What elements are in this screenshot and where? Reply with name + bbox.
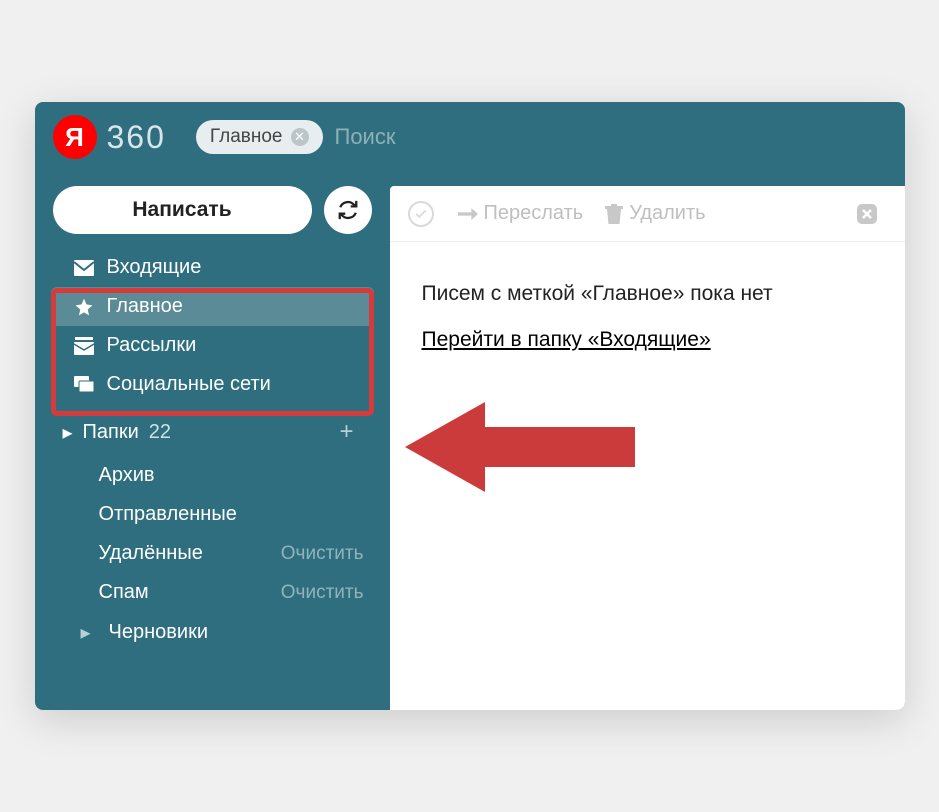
logo-icon: Я bbox=[53, 115, 97, 159]
sidebar-item-sent[interactable]: Отправленные bbox=[51, 495, 374, 534]
close-icon[interactable]: ✕ bbox=[291, 128, 309, 146]
sidebar-item-label: Архив bbox=[99, 464, 155, 487]
sidebar-item-label: Социальные сети bbox=[107, 373, 271, 396]
empty-state-text: Писем с меткой «Главное» пока нет bbox=[422, 274, 873, 314]
sidebar: Написать Вхо bbox=[35, 172, 390, 710]
clear-deleted-button[interactable]: Очистить bbox=[281, 543, 364, 565]
sidebar-item-newsletters[interactable]: Рассылки bbox=[51, 326, 374, 365]
forward-button[interactable]: Переслать bbox=[450, 198, 592, 229]
arrow-right-icon bbox=[458, 206, 478, 222]
sidebar-item-spam[interactable]: Спам Очистить bbox=[51, 573, 374, 612]
search-chip-label: Главное bbox=[210, 126, 283, 148]
more-button[interactable] bbox=[847, 198, 887, 230]
search-input[interactable]: Поиск bbox=[335, 124, 396, 150]
sidebar-item-drafts[interactable]: ▸ Черновики bbox=[51, 612, 374, 653]
sidebar-item-deleted[interactable]: Удалённые Очистить bbox=[51, 534, 374, 573]
content-pane: Переслать Удалить Писем с меткой «Главно… bbox=[390, 186, 905, 710]
sidebar-item-inbox[interactable]: Входящие bbox=[51, 248, 374, 287]
sidebar-item-label: Главное bbox=[107, 295, 183, 318]
close-badge-icon bbox=[855, 202, 879, 226]
search-bar[interactable]: Главное ✕ Поиск bbox=[196, 120, 396, 154]
sidebar-item-label: Входящие bbox=[107, 256, 202, 279]
sidebar-item-label: Черновики bbox=[109, 621, 208, 644]
search-chip[interactable]: Главное ✕ bbox=[196, 120, 323, 154]
toolbar-label: Удалить bbox=[629, 202, 705, 225]
sidebar-item-label: Рассылки bbox=[107, 334, 197, 357]
mail-icon bbox=[73, 257, 95, 279]
star-icon bbox=[73, 296, 95, 318]
toolbar-label: Переслать bbox=[484, 202, 584, 225]
sidebar-item-main[interactable]: Главное bbox=[51, 287, 374, 326]
refresh-icon bbox=[337, 199, 359, 221]
sidebar-item-label: Отправленные bbox=[99, 503, 237, 526]
toolbar: Переслать Удалить bbox=[390, 186, 905, 242]
sidebar-folders[interactable]: ▸ Папки 22 + bbox=[45, 404, 380, 456]
chat-icon bbox=[73, 374, 95, 396]
sidebar-item-archive[interactable]: Архив bbox=[51, 456, 374, 495]
folders-label: Папки bbox=[83, 421, 139, 444]
add-folder-button[interactable]: + bbox=[339, 418, 361, 446]
topbar: Я 360 Главное ✕ Поиск bbox=[35, 102, 905, 172]
logo-text: 360 bbox=[107, 119, 166, 156]
check-icon bbox=[414, 207, 428, 221]
logo[interactable]: Я 360 bbox=[53, 115, 166, 159]
folders-count: 22 bbox=[149, 421, 171, 444]
refresh-button[interactable] bbox=[324, 186, 372, 234]
chevron-right-icon: ▸ bbox=[63, 420, 73, 445]
clear-spam-button[interactable]: Очистить bbox=[281, 582, 364, 604]
select-all-checkbox[interactable] bbox=[408, 201, 434, 227]
sidebar-item-label: Спам bbox=[99, 581, 149, 604]
goto-inbox-link[interactable]: Перейти в папку «Входящие» bbox=[422, 320, 711, 360]
sidebar-item-social[interactable]: Социальные сети bbox=[51, 365, 374, 404]
delete-button[interactable]: Удалить bbox=[597, 198, 713, 229]
sidebar-item-label: Удалённые bbox=[99, 542, 203, 565]
stack-icon bbox=[73, 335, 95, 357]
trash-icon bbox=[605, 204, 623, 224]
compose-button[interactable]: Написать bbox=[53, 186, 312, 234]
chevron-right-icon: ▸ bbox=[81, 620, 97, 645]
